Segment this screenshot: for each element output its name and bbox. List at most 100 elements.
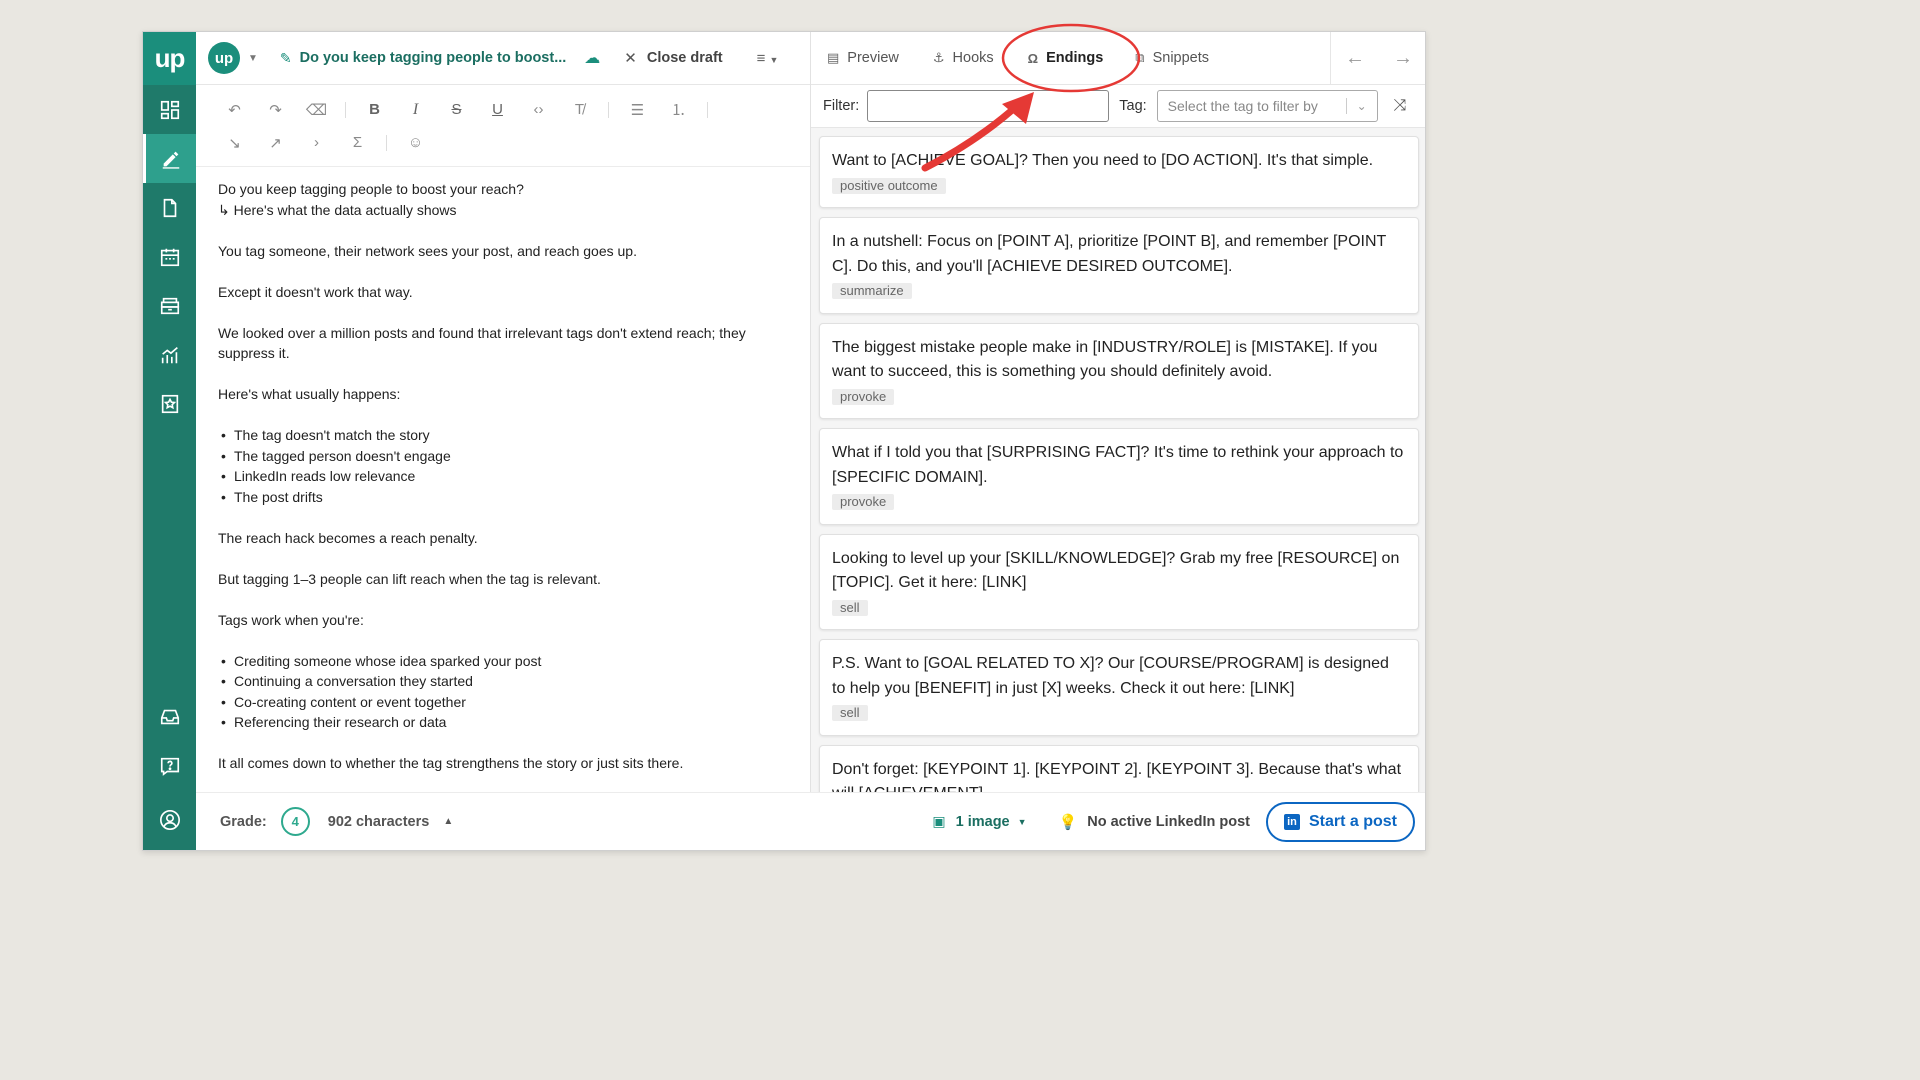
- sigma-icon[interactable]: Σ: [337, 134, 378, 151]
- start-post-label: Start a post: [1308, 812, 1397, 830]
- bullet-list-icon[interactable]: ☰: [617, 101, 658, 119]
- ending-tag[interactable]: sell: [832, 705, 868, 721]
- arrow-left-icon[interactable]: ←: [1331, 47, 1379, 70]
- edit-title-icon[interactable]: ✎: [280, 50, 292, 67]
- emoji-icon[interactable]: ☺: [395, 134, 436, 151]
- sidebar-item-analytics[interactable]: [143, 330, 196, 379]
- preview-icon: ▤: [827, 50, 840, 65]
- eraser-icon[interactable]: ⌫: [296, 101, 337, 119]
- format-toolbar: ↶ ↷ ⌫ B I S U ‹› T̸ ☰ ⒈ ↘ ↗ › Σ ☺: [196, 85, 810, 167]
- sidebar-item-inbox[interactable]: [143, 692, 196, 741]
- filter-label: Filter:: [823, 98, 860, 114]
- list-item: The tag doesn't match the story: [218, 425, 788, 446]
- ending-text: Don't forget: [KEYPOINT 1]. [KEYPOINT 2]…: [832, 760, 1402, 795]
- ending-text: Want to [ACHIEVE GOAL]? Then you need to…: [832, 152, 1374, 169]
- list-item: The tagged person doesn't engage: [218, 446, 788, 467]
- shuffle-icon[interactable]: ⤨: [1394, 97, 1407, 115]
- ending-card[interactable]: In a nutshell: Focus on [POINT A], prior…: [819, 217, 1419, 314]
- account-badge[interactable]: up: [208, 42, 240, 74]
- chevron-up-icon[interactable]: ▲: [443, 816, 453, 827]
- editor-pane: up ▼ ✎ Do you keep tagging people to boo…: [196, 32, 811, 850]
- arrow-right-icon[interactable]: →: [1379, 47, 1425, 70]
- list-item: Continuing a conversation they started: [218, 671, 788, 692]
- grade-label: Grade:: [220, 813, 267, 830]
- strikethrough-button[interactable]: S: [436, 101, 477, 118]
- chevron-down-icon[interactable]: ⌄: [1347, 99, 1377, 113]
- ending-card[interactable]: Want to [ACHIEVE GOAL]? Then you need to…: [819, 136, 1419, 208]
- grid-icon: [160, 100, 179, 119]
- tab-hooks[interactable]: ⚓ Hooks: [933, 50, 994, 66]
- toolbar-divider: [707, 101, 708, 118]
- code-icon[interactable]: ‹›: [518, 101, 559, 118]
- clear-format-icon[interactable]: T̸: [559, 101, 600, 118]
- tab-label: Snippets: [1152, 50, 1210, 66]
- status-actions: ▣ 1 image ▼ 💡 No active LinkedIn post in…: [932, 801, 1425, 842]
- list-item: Referencing their research or data: [218, 712, 788, 733]
- chevron-down-icon[interactable]: ▼: [248, 53, 258, 64]
- linkedin-icon: in: [1283, 813, 1300, 830]
- image-count-button[interactable]: 1 image: [956, 814, 1010, 830]
- redo-icon[interactable]: ↷: [255, 101, 296, 119]
- toolbar-divider: [608, 101, 609, 118]
- bold-button[interactable]: B: [354, 101, 395, 118]
- ending-tag[interactable]: sell: [832, 599, 868, 616]
- tab-snippets[interactable]: ⧉ Snippets: [1135, 50, 1209, 66]
- hook-icon: ⚓: [932, 50, 945, 65]
- ending-card[interactable]: P.S. Want to [GOAL RELATED TO X]? Our [C…: [819, 639, 1419, 736]
- sidebar-item-dashboard[interactable]: [143, 85, 196, 134]
- chevron-down-icon[interactable]: ▼: [1018, 817, 1027, 827]
- ending-card[interactable]: What if I told you that [SURPRISING FACT…: [819, 428, 1419, 525]
- menu-icon[interactable]: ≡ ▼: [757, 50, 779, 67]
- undo-icon[interactable]: ↶: [214, 101, 255, 119]
- chevron-right-icon[interactable]: ›: [296, 134, 337, 151]
- tag-select-placeholder: Select the tag to filter by: [1167, 98, 1318, 114]
- app-logo[interactable]: up: [143, 32, 196, 85]
- ending-tag[interactable]: provoke: [832, 388, 895, 405]
- ending-tag[interactable]: positive outcome: [832, 177, 946, 194]
- filter-bar: Filter: Tag: Select the tag to filter by…: [811, 85, 1425, 128]
- filter-input[interactable]: [867, 90, 1110, 122]
- sidebar-item-editor[interactable]: [143, 134, 196, 183]
- paragraph: But tagging 1–3 people can lift reach wh…: [218, 570, 601, 587]
- sidebar-item-archive[interactable]: [143, 281, 196, 330]
- help-icon: [160, 757, 179, 776]
- list-item: Crediting someone whose idea sparked you…: [218, 651, 788, 672]
- underline-button[interactable]: U: [477, 101, 518, 118]
- arrow-down-right-icon[interactable]: ↘: [214, 134, 255, 152]
- numbered-list-icon[interactable]: ⒈: [658, 99, 699, 120]
- image-icon: ▣: [932, 813, 946, 829]
- close-draft-button[interactable]: Close draft: [647, 50, 723, 66]
- italic-button[interactable]: I: [395, 101, 436, 119]
- tag-select[interactable]: Select the tag to filter by ⌄: [1156, 90, 1378, 122]
- sidebar-item-help[interactable]: [143, 741, 196, 790]
- tab-preview[interactable]: ▤ Preview: [827, 50, 899, 66]
- sidebar-item-drafts[interactable]: [143, 183, 196, 232]
- ending-tag[interactable]: provoke: [832, 494, 895, 510]
- ending-card[interactable]: The biggest mistake people make in [INDU…: [819, 322, 1419, 419]
- sidebar-item-bookmarks[interactable]: [143, 379, 196, 428]
- grade-badge[interactable]: 4: [280, 807, 310, 836]
- draft-title[interactable]: Do you keep tagging people to boost...: [300, 50, 567, 66]
- archive-icon: [160, 297, 179, 314]
- paragraph: ↳ Here's what the data actually shows: [218, 201, 457, 218]
- editor-topbar: up ▼ ✎ Do you keep tagging people to boo…: [196, 32, 810, 85]
- linkedin-status: No active LinkedIn post: [1087, 813, 1250, 830]
- chart-icon: [161, 346, 178, 363]
- status-bar: Grade: 4 902 characters ▲ ▣ 1 image ▼ 💡 …: [196, 792, 1425, 850]
- sidebar-item-profile[interactable]: [143, 790, 196, 850]
- ending-card[interactable]: Don't forget: [KEYPOINT 1]. [KEYPOINT 2]…: [819, 744, 1419, 795]
- ending-card[interactable]: Looking to level up your [SKILL/KNOWLEDG…: [819, 533, 1419, 630]
- list-item: Co-creating content or event together: [218, 692, 788, 713]
- arrow-up-right-icon[interactable]: ↗: [255, 134, 296, 152]
- user-icon: [159, 810, 180, 830]
- editor-body[interactable]: Do you keep tagging people to boost your…: [196, 167, 810, 786]
- ending-tag[interactable]: summarize: [832, 283, 912, 299]
- tab-endings[interactable]: Ω Endings: [1028, 50, 1104, 66]
- close-icon[interactable]: ✕: [624, 49, 637, 67]
- start-post-button[interactable]: in Start a post: [1265, 801, 1415, 842]
- sidebar-item-calendar[interactable]: [143, 232, 196, 281]
